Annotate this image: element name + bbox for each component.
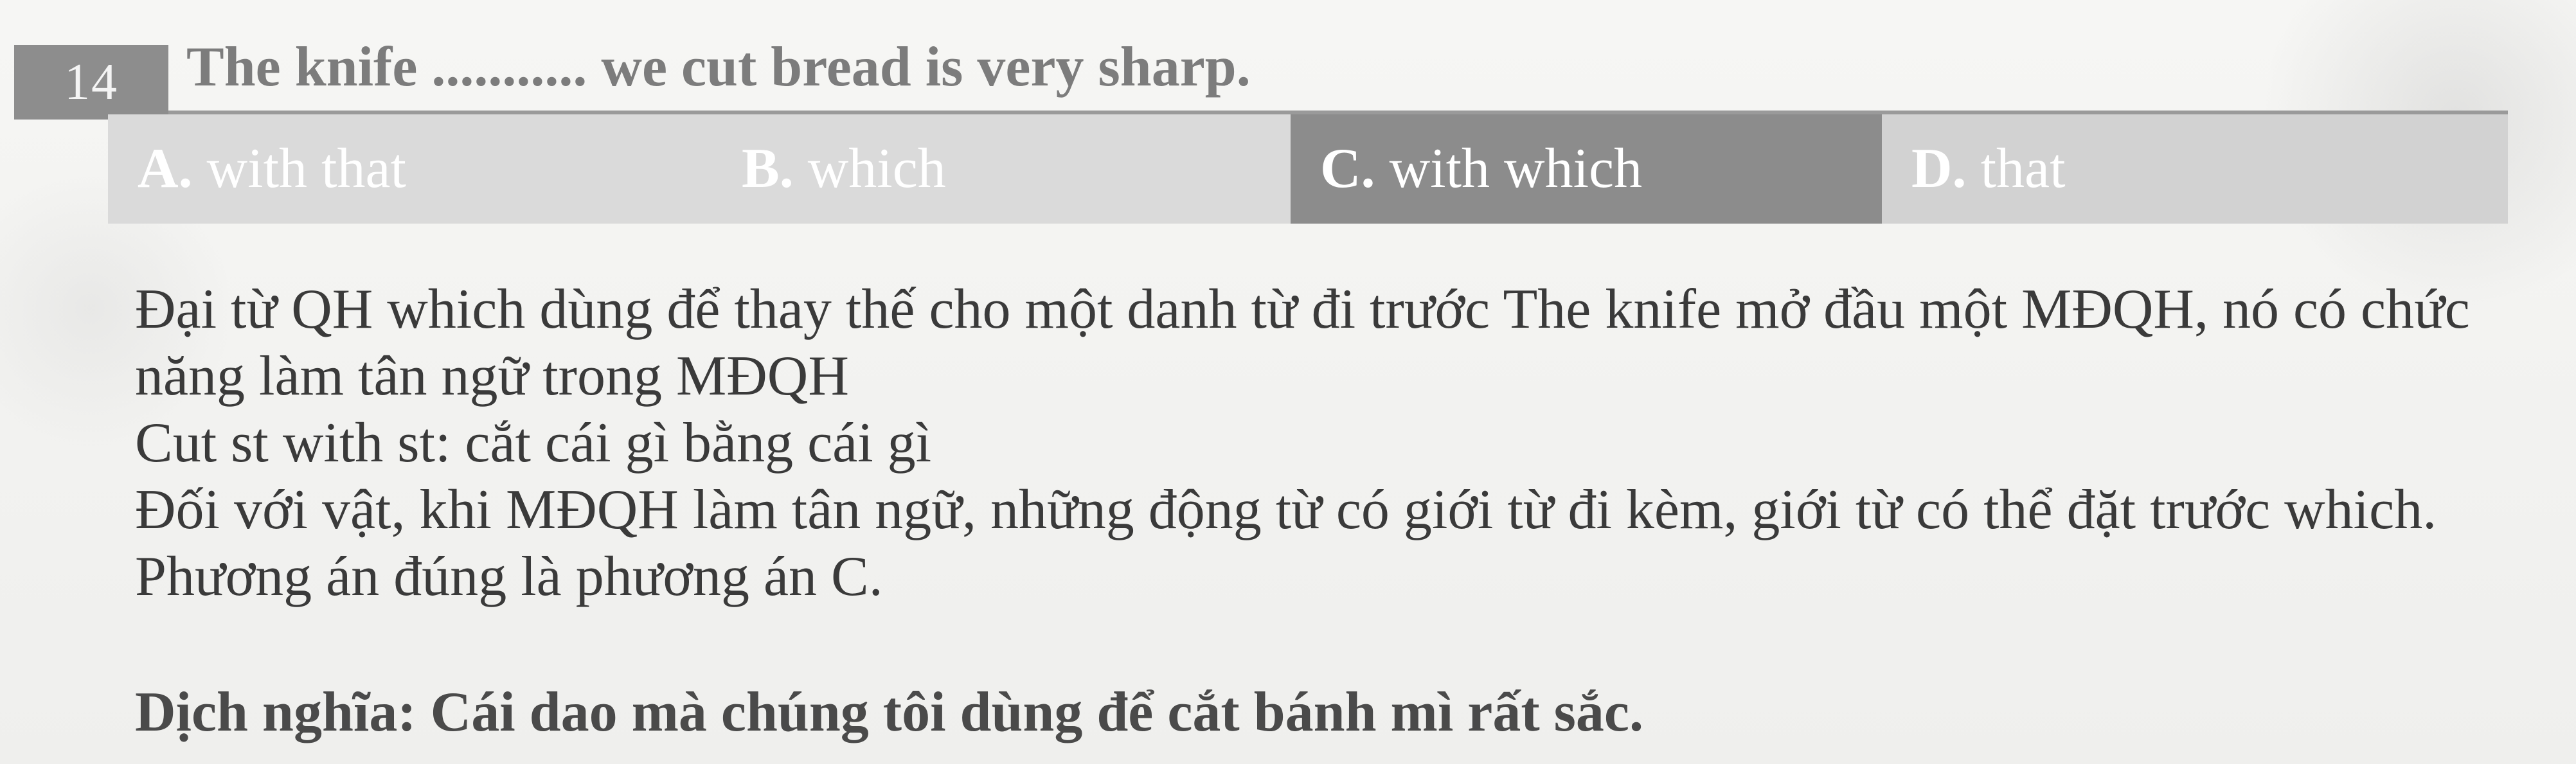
option-b[interactable]: B. which bbox=[712, 114, 1291, 224]
option-d[interactable]: D. that bbox=[1882, 114, 2508, 224]
option-text: which bbox=[807, 138, 946, 200]
option-letter: C. bbox=[1320, 138, 1390, 200]
question-text: The knife ........... we cut bread is ve… bbox=[186, 36, 1251, 98]
translation: Dịch nghĩa: Cái dao mà chúng tôi dùng để… bbox=[135, 681, 1643, 743]
option-a[interactable]: A. with that bbox=[108, 114, 712, 224]
option-c-correct[interactable]: C. with which bbox=[1291, 114, 1882, 224]
explanation-paragraph: Đại từ QH which dùng để thay thế cho một… bbox=[135, 278, 2470, 407]
option-text: with that bbox=[206, 138, 406, 200]
explanation: Đại từ QH which dùng để thay thế cho một… bbox=[135, 276, 2552, 610]
option-letter: B. bbox=[742, 138, 808, 200]
option-letter: D. bbox=[1911, 138, 1981, 200]
question-number: 14 bbox=[14, 45, 168, 120]
option-text: that bbox=[1980, 138, 2066, 200]
explanation-paragraph: Cut st with st: cắt cái gì bằng cái gì bbox=[135, 412, 932, 474]
option-letter: A. bbox=[138, 138, 207, 200]
answer-options: A. with that B. which C. with which D. t… bbox=[108, 114, 2508, 224]
option-text: with which bbox=[1389, 138, 1643, 200]
explanation-paragraph: Đối với vật, khi MĐQH làm tân ngữ, những… bbox=[135, 479, 2437, 608]
